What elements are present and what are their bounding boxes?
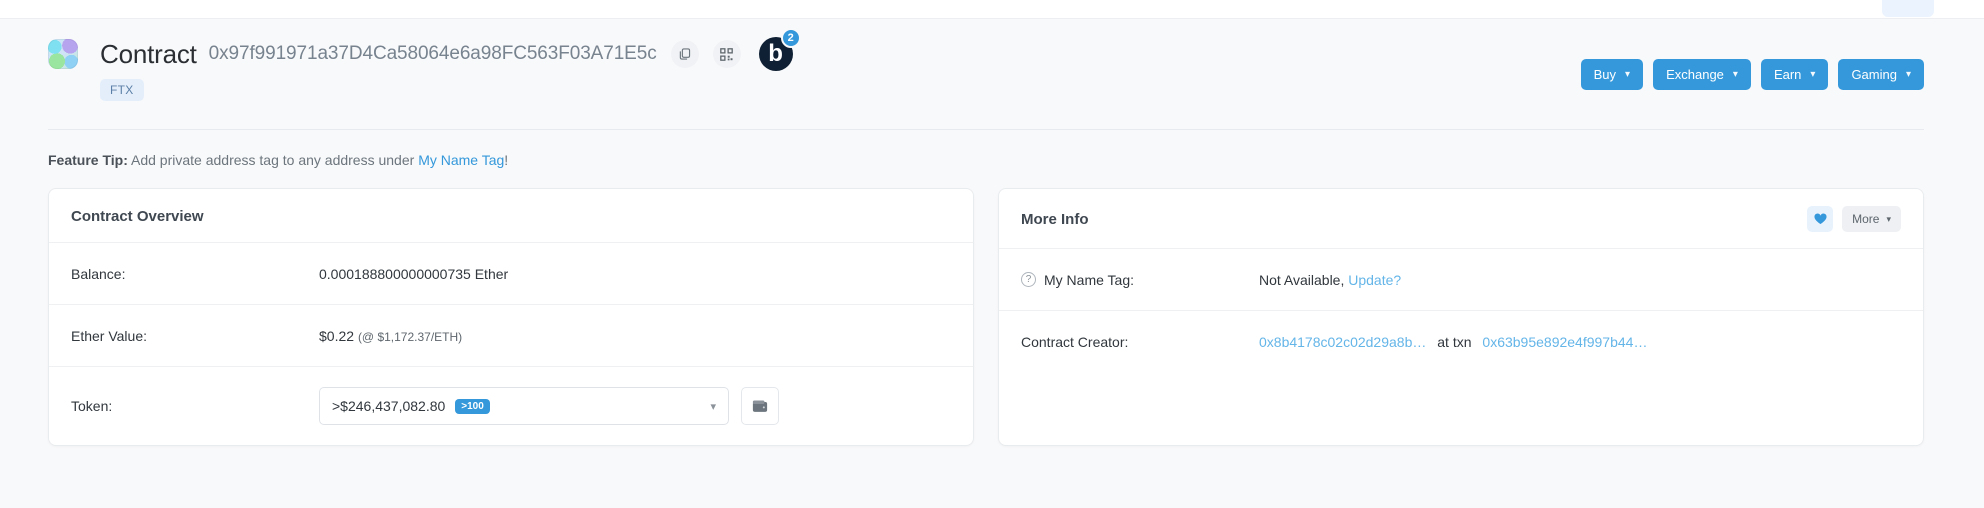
more-options-button[interactable]: More ▾ bbox=[1842, 206, 1901, 232]
ether-value-amount: $0.22 bbox=[319, 327, 355, 344]
gaming-button[interactable]: Gaming ▾ bbox=[1838, 59, 1924, 90]
buy-label: Buy bbox=[1593, 67, 1617, 82]
balance-row: Balance: 0.000188800000000735 Ether bbox=[49, 243, 973, 305]
creator-address-link[interactable]: 0x8b4178c02c02d29a8b… bbox=[1259, 334, 1426, 350]
heart-icon bbox=[1814, 213, 1827, 225]
balance-label: Balance: bbox=[71, 265, 126, 282]
update-name-tag-link[interactable]: Update? bbox=[1348, 272, 1401, 288]
my-name-tag-label-wrap: ? My Name Tag: bbox=[1021, 272, 1259, 288]
my-name-tag-row: ? My Name Tag: Not Available, Update? bbox=[999, 249, 1923, 311]
contract-creator-row: Contract Creator: 0x8b4178c02c02d29a8b… … bbox=[999, 311, 1923, 373]
help-icon[interactable]: ? bbox=[1021, 272, 1036, 287]
more-info-tools: More ▾ bbox=[1807, 206, 1901, 232]
token-wallet-button[interactable] bbox=[741, 387, 779, 425]
logo-letter: b bbox=[768, 40, 783, 67]
page-title: Contract bbox=[100, 38, 197, 69]
more-info-header: More Info More ▾ bbox=[999, 189, 1923, 249]
chevron-down-icon: ▾ bbox=[1732, 69, 1738, 80]
token-value-cell: >$246,437,082.80 >100 ▾ bbox=[319, 387, 779, 425]
more-info-card: More Info More ▾ ? My Name Tag: Not Avai… bbox=[998, 188, 1924, 446]
token-dropdown[interactable]: >$246,437,082.80 >100 ▾ bbox=[319, 387, 729, 425]
ether-value-label: Ether Value: bbox=[71, 327, 148, 344]
token-row: Token: >$246,437,082.80 >100 ▾ bbox=[49, 367, 973, 445]
contract-overview-title: Contract Overview bbox=[71, 207, 204, 225]
top-nav-pill[interactable] bbox=[1882, 0, 1934, 17]
exchange-button[interactable]: Exchange ▾ bbox=[1653, 59, 1751, 90]
my-name-tag-value-cell: Not Available, Update? bbox=[1259, 272, 1401, 288]
feature-tip-suffix: ! bbox=[504, 152, 509, 168]
token-count-badge: >100 bbox=[455, 398, 490, 414]
contract-creator-label: Contract Creator: bbox=[1021, 334, 1129, 350]
logo-badge-count: 2 bbox=[780, 28, 801, 48]
contract-address: 0x97f991971a37D4Ca58064e6a98FC563F03A71E… bbox=[208, 43, 657, 64]
my-name-tag-link[interactable]: My Name Tag bbox=[418, 152, 504, 168]
more-options-label: More bbox=[1852, 212, 1880, 226]
contract-overview-card: Contract Overview Balance: 0.00018880000… bbox=[48, 188, 974, 446]
balance-value: 0.000188800000000735 Ether bbox=[319, 265, 509, 282]
earn-label: Earn bbox=[1773, 67, 1802, 82]
header-action-buttons: Buy ▾ Exchange ▾ Earn ▾ Gaming ▾ bbox=[1580, 59, 1924, 90]
earn-button[interactable]: Earn ▾ bbox=[1760, 59, 1829, 90]
qrcode-button[interactable] bbox=[712, 40, 741, 68]
wallet-icon bbox=[752, 399, 768, 412]
exchange-label: Exchange bbox=[1666, 67, 1724, 82]
ether-value-cell: $0.22 (@ $1,172.37/ETH) bbox=[319, 328, 462, 344]
page-header: Contract 0x97f991971a37D4Ca58064e6a98FC5… bbox=[0, 19, 1984, 129]
my-name-tag-value: Not Available, bbox=[1259, 271, 1345, 288]
at-txn-text: at txn bbox=[1437, 334, 1472, 350]
token-dropdown-value: >$246,437,082.80 >100 bbox=[332, 398, 490, 414]
feature-tip: Feature Tip: Add private address tag to … bbox=[0, 130, 1984, 188]
chevron-down-icon: ▾ bbox=[710, 400, 716, 413]
feature-tip-prefix: Feature Tip: bbox=[48, 152, 128, 168]
gaming-label: Gaming bbox=[1851, 67, 1897, 82]
chevron-down-icon: ▾ bbox=[1810, 69, 1816, 80]
feature-tip-text: Add private address tag to any address u… bbox=[131, 152, 415, 168]
ether-value-row: Ether Value: $0.22 (@ $1,172.37/ETH) bbox=[49, 305, 973, 367]
chevron-down-icon: ▾ bbox=[1905, 69, 1911, 80]
blockscan-logo-button[interactable]: b 2 bbox=[758, 28, 801, 71]
chevron-down-icon: ▾ bbox=[1886, 213, 1891, 224]
token-label: Token: bbox=[71, 398, 113, 414]
contract-overview-header: Contract Overview bbox=[49, 189, 973, 243]
top-nav-strip bbox=[0, 0, 1984, 19]
creator-txn-link[interactable]: 0x63b95e892e4f997b44… bbox=[1482, 334, 1647, 350]
qrcode-icon bbox=[720, 47, 733, 61]
copy-icon bbox=[679, 48, 690, 60]
contract-avatar-icon bbox=[48, 39, 78, 69]
ether-value-rate: (@ $1,172.37/ETH) bbox=[357, 329, 463, 344]
label-tag-ftx[interactable]: FTX bbox=[100, 79, 144, 101]
more-info-title: More Info bbox=[1021, 210, 1089, 228]
favorite-button[interactable] bbox=[1807, 206, 1834, 232]
buy-button[interactable]: Buy ▾ bbox=[1580, 59, 1644, 90]
chevron-down-icon: ▾ bbox=[1625, 69, 1631, 80]
copy-address-button[interactable] bbox=[670, 40, 699, 68]
cards-container: Contract Overview Balance: 0.00018880000… bbox=[0, 188, 1984, 446]
contract-creator-value-cell: 0x8b4178c02c02d29a8b… at txn 0x63b95e892… bbox=[1259, 334, 1647, 350]
my-name-tag-label: My Name Tag: bbox=[1044, 271, 1134, 288]
token-amount: >$246,437,082.80 bbox=[332, 398, 446, 414]
page-body: Contract 0x97f991971a37D4Ca58064e6a98FC5… bbox=[0, 19, 1984, 508]
